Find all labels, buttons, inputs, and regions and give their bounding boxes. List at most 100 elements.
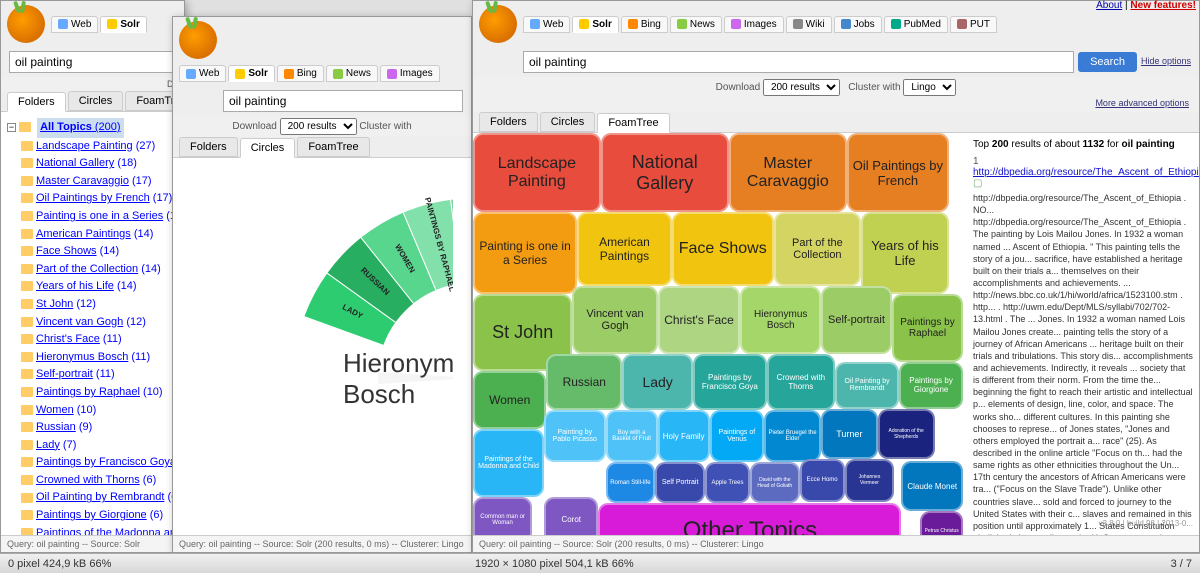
tab-circles[interactable]: Circles	[240, 138, 296, 158]
tree-item[interactable]: Paintings by Giorgione (6)	[21, 507, 178, 525]
tree-item[interactable]: Self-portrait (11)	[21, 366, 178, 384]
hide-options-link[interactable]: Hide options	[1141, 57, 1191, 67]
foamtree-visualization[interactable]: Landscape PaintingNational GalleryMaster…	[473, 133, 963, 535]
foam-cell[interactable]: Self-portrait	[821, 286, 892, 354]
result-link[interactable]: http://dbpedia.org/resource/The_Ascent_o…	[973, 167, 1199, 178]
tab-pubmed[interactable]: PubMed	[884, 16, 948, 33]
tree-item[interactable]: Hieronymus Bosch (11)	[21, 349, 178, 367]
about-link[interactable]: About	[1096, 0, 1122, 11]
tree-item[interactable]: Russian (9)	[21, 419, 178, 437]
foam-cell[interactable]: Painting by Pablo Picasso	[544, 410, 606, 462]
tab-web[interactable]: Web	[523, 16, 570, 33]
tree-item[interactable]: Landscape Painting (27)	[21, 138, 178, 156]
search-button[interactable]: Search	[1078, 52, 1137, 72]
search-input[interactable]	[523, 51, 1074, 73]
foam-cell[interactable]: Petrus Christus	[920, 511, 963, 535]
foam-cell[interactable]: Crowned with Thorns	[767, 354, 836, 411]
foam-cell[interactable]: Apple Trees	[705, 462, 750, 503]
foam-cell[interactable]: Part of the Collection	[774, 212, 862, 286]
foam-cell[interactable]: Pieter Bruegel the Elder	[764, 410, 821, 462]
search-input[interactable]	[223, 90, 463, 112]
foam-cell[interactable]: Oil Painting by Rembrandt	[835, 362, 899, 410]
tab-images[interactable]: Images	[380, 65, 440, 82]
tree-item[interactable]: Oil Paintings by French (17)	[21, 190, 178, 208]
tab-circles[interactable]: Circles	[540, 112, 596, 132]
foam-cell[interactable]: Holy Family	[658, 410, 710, 462]
search-input[interactable]	[9, 51, 176, 73]
tree-item[interactable]: Part of the Collection (14)	[21, 261, 178, 279]
foam-cell[interactable]: Ecce Homo	[800, 459, 845, 502]
foam-cell[interactable]: Paintings by Giorgione	[899, 362, 963, 410]
tab-folders[interactable]: Folders	[7, 92, 66, 112]
tab-news[interactable]: News	[326, 65, 378, 82]
tree-item[interactable]: Master Caravaggio (17)	[21, 173, 178, 191]
tab-jobs[interactable]: Jobs	[834, 16, 882, 33]
foam-cell[interactable]: Hieronymus Bosch	[740, 286, 820, 354]
tab-images[interactable]: Images	[724, 16, 784, 33]
foam-cell[interactable]: Paintings by Francisco Goya	[693, 354, 766, 411]
tab-news[interactable]: News	[670, 16, 722, 33]
tree-item[interactable]: Crowned with Thorns (6)	[21, 472, 178, 490]
tab-folders[interactable]: Folders	[179, 137, 238, 157]
foam-cell[interactable]: Christ's Face	[658, 286, 741, 354]
foam-cell[interactable]: National Gallery	[601, 133, 729, 212]
foam-cell[interactable]: Women	[473, 371, 546, 430]
foam-cell[interactable]: Paintings by Raphael	[892, 294, 963, 362]
tab-wiki[interactable]: Wiki	[786, 16, 832, 33]
tree-item[interactable]: National Gallery (18)	[21, 155, 178, 173]
tree-item[interactable]: Paintings of the Madonna and	[21, 525, 178, 535]
more-advanced-link[interactable]: More advanced options	[473, 98, 1199, 112]
results-select[interactable]: 200 results	[280, 118, 357, 135]
circles-visualization[interactable]: LADYRUSSIANWOMENPAINTINGS BY RAPHAELSELF…	[173, 158, 453, 535]
tree-item[interactable]: St John (12)	[21, 296, 178, 314]
foam-cell[interactable]: Face Shows	[672, 212, 774, 286]
tab-bing[interactable]: Bing	[621, 16, 668, 33]
foam-cell[interactable]: Roman Still-life	[606, 462, 656, 503]
foam-cell[interactable]: Adoration of the Shepherds	[878, 409, 935, 459]
tree-item[interactable]: Lady (7)	[21, 437, 178, 455]
tree-item[interactable]: Painting is one in a Series (15)	[21, 208, 178, 226]
tab-put[interactable]: PUT	[950, 16, 997, 33]
tab-web[interactable]: Web	[51, 16, 98, 33]
foam-cell[interactable]: Master Caravaggio	[729, 133, 847, 212]
foam-cell[interactable]: David with the Head of Goliath	[750, 462, 800, 503]
foam-cell[interactable]: Self Portrait	[655, 462, 705, 503]
algorithm-select[interactable]: Lingo	[903, 79, 956, 96]
tree-item[interactable]: Paintings by Francisco Goya (6)	[21, 454, 178, 472]
foam-cell[interactable]: Boy with a Basket of Fruit	[606, 410, 658, 462]
foam-cell[interactable]: Johannes Vermeer	[845, 459, 895, 502]
tree-item[interactable]: Oil Painting by Rembrandt (6)	[21, 489, 178, 507]
tab-solr[interactable]: Solr	[228, 65, 274, 82]
tab-foamtree[interactable]: FoamTree	[297, 137, 369, 157]
tab-foamtree[interactable]: FoamTree	[597, 113, 669, 133]
new-features-link[interactable]: New features!	[1130, 0, 1196, 11]
foam-cell[interactable]: Common man or Woman	[473, 497, 532, 535]
foam-cell[interactable]: Oil Paintings by French	[847, 133, 949, 212]
foam-cell[interactable]: Vincent van Gogh	[572, 286, 657, 354]
foam-cell[interactable]: American Paintings	[577, 212, 672, 286]
foam-cell[interactable]: Corot	[544, 497, 598, 535]
tab-folders[interactable]: Folders	[479, 112, 538, 132]
results-select[interactable]: 200 results	[763, 79, 840, 96]
foam-cell[interactable]: Paintings of Venus	[710, 410, 764, 462]
foam-cell[interactable]: Other Topics	[598, 503, 901, 535]
foam-cell[interactable]: Years of his Life	[861, 212, 949, 293]
foam-cell[interactable]: Turner	[821, 409, 878, 459]
tab-circles[interactable]: Circles	[68, 91, 124, 111]
foam-cell[interactable]: Landscape Painting	[473, 133, 601, 212]
tab-solr[interactable]: Solr	[100, 16, 146, 33]
tree-item[interactable]: American Paintings (14)	[21, 226, 178, 244]
collapse-icon[interactable]: −	[7, 123, 16, 132]
tree-item[interactable]: Women (10)	[21, 402, 178, 420]
tree-item[interactable]: Years of his Life (14)	[21, 278, 178, 296]
tab-bing[interactable]: Bing	[277, 65, 324, 82]
foam-cell[interactable]: Paintings of the Madonna and Child	[473, 429, 544, 497]
tree-item[interactable]: Vincent van Gogh (12)	[21, 314, 178, 332]
tree-item[interactable]: Paintings by Raphael (10)	[21, 384, 178, 402]
tree-root[interactable]: All Topics (200)	[37, 118, 124, 138]
foam-cell[interactable]: Claude Monet	[901, 461, 963, 511]
tree-item[interactable]: Christ's Face (11)	[21, 331, 178, 349]
tree-item[interactable]: Face Shows (14)	[21, 243, 178, 261]
foam-cell[interactable]: Lady	[622, 354, 693, 411]
foam-cell[interactable]: Painting is one in a Series	[473, 212, 577, 293]
